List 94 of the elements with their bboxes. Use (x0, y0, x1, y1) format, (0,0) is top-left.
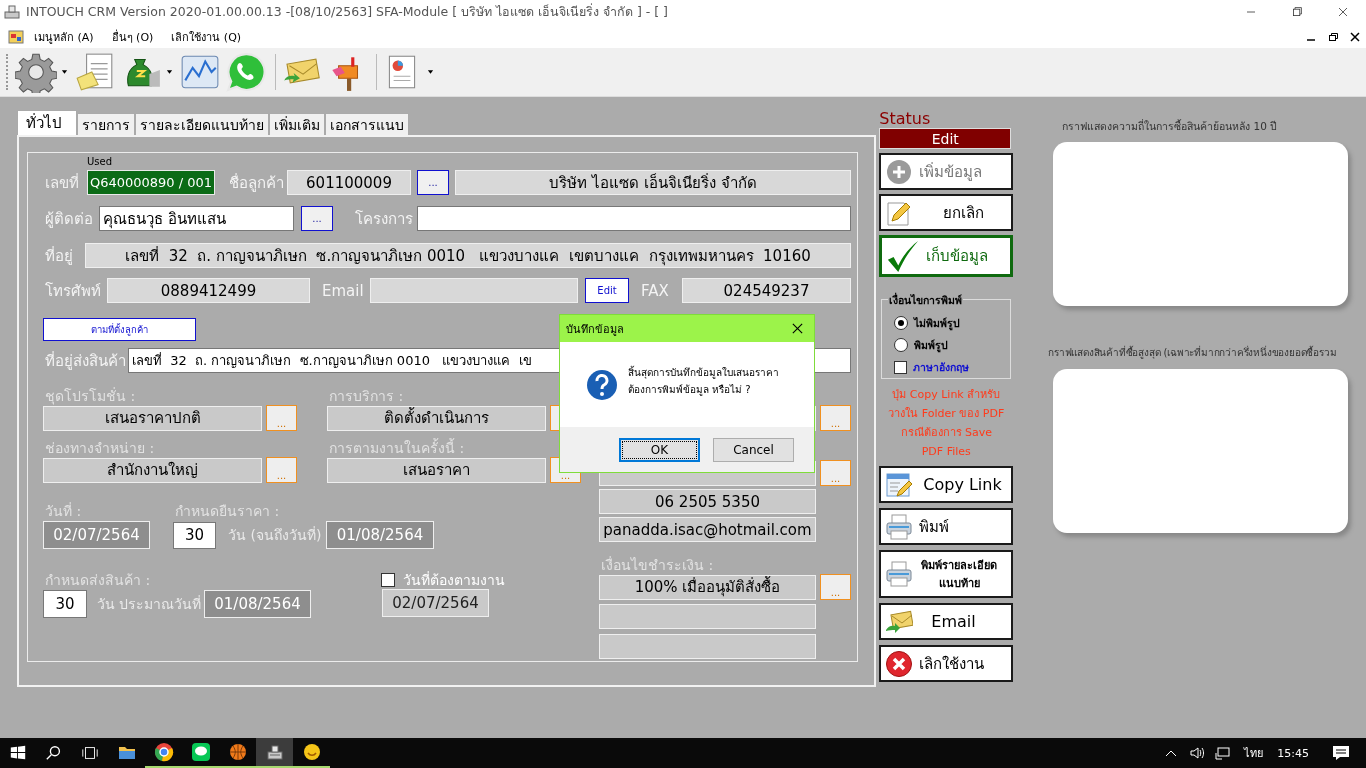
question-icon (586, 368, 618, 401)
action-button[interactable]: Copy Link (879, 466, 1014, 503)
text-field[interactable]: ติดตั้งดำเนินการ (327, 405, 546, 431)
field-label: โทรศัพท์ (44, 280, 102, 302)
field-label: ชื่อลูกค้า (228, 172, 285, 194)
text-field[interactable]: บริษัท ไอแซด เอ็นจิเนียริ่ง จำกัด (455, 170, 851, 195)
text-field[interactable]: 024549237 (682, 278, 851, 303)
text-field[interactable]: 100% เมื่ออนุมัติสั่งซื้อ (599, 574, 816, 600)
network-icon[interactable] (1215, 745, 1232, 761)
action-button[interactable]: เลิกใช้งาน (879, 645, 1014, 682)
field-label: ที่อยู่ (44, 245, 74, 267)
search-icon[interactable] (45, 744, 63, 762)
menu-item[interactable]: อื่นๆ (O) (111, 28, 154, 46)
field-label: วัน ประมาณวันที่ (96, 595, 203, 613)
caret-icon[interactable] (427, 69, 434, 75)
start-icon[interactable] (9, 744, 27, 762)
same-address-button[interactable]: ตามที่ตั้งลูกค้า (43, 318, 196, 341)
text-field[interactable]: 06 2505 5350 (599, 489, 816, 514)
dialog-button[interactable]: Cancel (713, 437, 794, 462)
caret-icon[interactable] (166, 69, 173, 75)
chart-title: กราฟแสดงสินค้าที่ซื้อสูงสุด (เฉพาะที่มากกว่าครึ่งหนึ่งของยอดซื้อรวม (1048, 345, 1338, 361)
tab[interactable]: เพิ่มเติม (269, 113, 325, 135)
gear-icon[interactable] (15, 51, 57, 93)
cash-register-icon (4, 4, 20, 20)
check-icon (886, 239, 921, 273)
notification-icon[interactable] (1332, 745, 1350, 761)
text-field[interactable] (417, 206, 851, 231)
close-icon[interactable] (791, 322, 804, 335)
action-button[interactable]: พิมพ์รายละเอียดแนบท้าย (879, 550, 1014, 598)
clock[interactable]: 15:45 (1277, 746, 1309, 760)
status-label: Status (879, 110, 932, 128)
field-label: FAX (640, 281, 670, 300)
text-field[interactable]: 0889412499 (107, 278, 310, 303)
text-field[interactable]: สำนักงานใหญ่ (43, 457, 262, 483)
action-button[interactable]: ยกเลิก (879, 194, 1014, 231)
chat-icon[interactable] (190, 742, 211, 762)
radio-button[interactable] (894, 316, 909, 330)
date-field[interactable]: 02/07/2564 (382, 588, 489, 617)
lookup-button[interactable]: ... (417, 170, 449, 195)
cash-register-icon[interactable] (264, 742, 285, 762)
window-title: INTOUCH CRM Version 2020-01.00.00.13 -[08/10/2563] SFA-Module [ บริษัท ไอแซด เอ็นจิเนียริ่ง จำกัด ] - [ ] (26, 2, 668, 21)
task-view-icon[interactable] (81, 744, 99, 762)
text-field[interactable]: 30 (43, 590, 87, 618)
edit-button[interactable]: Edit (585, 278, 629, 303)
text-field[interactable]: เลขที่ 32 ถ. กาญจนาภิเษก ซ.กาญจนาภิเษก 0010 แขวงบางแค เขตบางแค กรุงเทพมหานคร 10160 (85, 243, 851, 268)
text-field[interactable]: 601100009 (287, 170, 411, 195)
radio-label: ไม่พิมพ์รูป (914, 315, 961, 332)
language-indicator[interactable]: ไทย (1244, 744, 1264, 762)
tab[interactable]: ทั่วไป (17, 110, 77, 135)
note-text: ปุ่ม Copy Link สำหรับ วางใน Folder ของ PDF กรณีต้องการ Save PDF Files (887, 387, 1006, 460)
caret-icon[interactable] (61, 69, 68, 75)
action-button[interactable]: Email (879, 603, 1014, 640)
chart-title: กราฟแสดงความถี่ในการซื้อสินค้าย้อนหลัง 10 ปี (1062, 118, 1279, 134)
speaker-icon[interactable] (1189, 745, 1206, 761)
field-label: วัน (จนถึงวันที่) (227, 526, 323, 544)
text-field[interactable]: panadda.isac@hotmail.com (599, 517, 816, 542)
lookup-button[interactable]: ... (301, 206, 333, 231)
menu-item[interactable]: เลิกใช้งาน (Q) (171, 28, 242, 46)
status-label: Used (87, 156, 113, 167)
tab[interactable]: รายละเอียดแนบท้าย (135, 113, 269, 135)
field-label: โครงการ (354, 208, 414, 230)
window-icon[interactable] (8, 29, 24, 45)
smiley-icon[interactable] (301, 742, 322, 762)
plus-icon (885, 157, 914, 186)
field-label: ผู้ติดต่อ (44, 208, 94, 230)
text-field[interactable]: Q640000890 / 001 (87, 170, 215, 195)
text-field[interactable]: เสนอราคาปกติ (43, 405, 262, 431)
field-label: ที่อยู่ส่งสินค้า (44, 350, 127, 372)
close-icon (885, 649, 914, 678)
menu-item[interactable]: เมนูหลัก (A) (34, 28, 94, 46)
radio-button[interactable] (894, 338, 909, 352)
printer-icon (885, 560, 914, 588)
action-button[interactable]: พิมพ์ (879, 508, 1014, 545)
checkbox-label: ภาษาอังกฤษ (913, 359, 970, 375)
tab[interactable]: รายการ (77, 113, 135, 135)
checkbox[interactable] (894, 360, 908, 374)
text-field[interactable]: คุณธนวุธ อินทแสน (99, 206, 294, 231)
field-label: เลขที่ (44, 172, 80, 194)
checkbox-label: วันที่ต้องตามงาน (402, 571, 505, 589)
field-label: Email (321, 281, 365, 300)
taskbar-app[interactable] (256, 738, 293, 768)
notepad-pencil-icon (885, 470, 914, 499)
printer-icon (885, 512, 914, 541)
browser-icon[interactable] (153, 742, 174, 762)
status-bar: Edit (879, 128, 1012, 149)
checkbox[interactable] (381, 573, 395, 587)
tab[interactable]: เอกสารแนบ (325, 113, 409, 135)
dialog-title: บันทึกข้อมูล (566, 321, 624, 338)
dialog-button[interactable]: OK (619, 437, 700, 462)
text-field[interactable]: 30 (173, 521, 216, 549)
text-field[interactable]: เสนอราคา (327, 457, 546, 483)
action-button[interactable]: เก็บข้อมูล (879, 235, 1014, 277)
radio-label: พิมพ์รูป (914, 337, 949, 354)
ball-icon[interactable] (227, 742, 248, 762)
